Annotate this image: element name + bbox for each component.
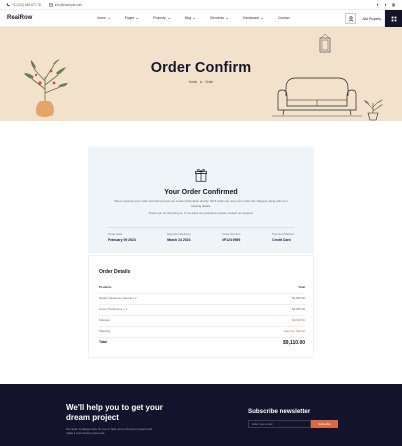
nav-label: Dashboard (242, 16, 260, 20)
table-row: Luxury Penthouse x 1 $4,820.00 (99, 307, 305, 316)
confirm-message: We've received your order and will send … (114, 199, 288, 208)
chevron-down-icon (225, 17, 228, 19)
order-date: Order Date February 09 2024 (108, 232, 136, 242)
meta-value: March 24 2024 (167, 237, 191, 242)
nav-item-pages[interactable]: Pages (124, 16, 139, 20)
item-name: Luxury Penthouse x 1 (99, 307, 127, 311)
nav-item-home[interactable]: Home (97, 16, 110, 20)
footer-title: We'll help you to get your dream project (66, 403, 163, 422)
shipping-label: Shipping (99, 329, 111, 333)
total-value: $9,110.00 (283, 340, 305, 346)
user-button[interactable] (345, 13, 357, 24)
footer-text: Our team is always here for you to help … (66, 427, 152, 436)
details-header-row: Products Total (99, 285, 305, 294)
menu-grid-button[interactable] (385, 10, 402, 27)
chevron-down-icon (167, 17, 170, 19)
subscribe-button[interactable]: Subscribe (311, 420, 338, 428)
site-footer: We'll help you to get your dream project… (0, 384, 402, 446)
breadcrumb: Home Order (0, 80, 402, 84)
main-nav: Home Pages Property Blog Elements Dashbo… (97, 16, 305, 20)
instagram-icon[interactable]: ◎ (391, 2, 396, 7)
subtotal-value: $9,640.00 (292, 318, 305, 322)
nav-label: Elements (210, 16, 224, 20)
gift-icon (195, 168, 207, 182)
grid-icon (391, 16, 396, 21)
nav-item-dashboard[interactable]: Dashboard (242, 16, 264, 20)
expected-delivery: Expected Delivery March 24 2024 (167, 232, 190, 242)
chevron-down-icon (107, 17, 110, 19)
nav-label: Home (97, 16, 106, 20)
item-total: $4,820.00 (292, 296, 305, 300)
phone-icon (6, 2, 10, 6)
order-confirmed-card: Your Order Confirmed We've received your… (88, 147, 314, 253)
chevron-down-icon (136, 17, 139, 19)
newsletter-form: Subscribe (248, 420, 338, 428)
nav-label: Property (153, 16, 166, 20)
small-plant-illustration (364, 99, 383, 121)
nav-item-elements[interactable]: Elements (210, 16, 228, 20)
email-text: info@example.com (54, 2, 83, 7)
newsletter-title: Subscribe newsletter (248, 408, 311, 415)
total-column-header: Total (298, 285, 305, 289)
mail-icon (49, 3, 53, 6)
nav-label: Blog (184, 16, 192, 20)
meta-value: Credit Card (272, 237, 291, 242)
nav-item-contact[interactable]: Contact (278, 16, 289, 20)
products-column-header: Products (99, 285, 112, 289)
social-links: f t ◎ (372, 2, 396, 7)
email-contact[interactable]: info@example.com (49, 3, 82, 7)
payment-method: Payment Method Credit Card (272, 232, 294, 242)
meta-value: #F124 0989 (222, 237, 241, 242)
shipping-row: Shipping Flat rate: $20.00 (99, 329, 305, 338)
chevron-down-icon (261, 17, 264, 19)
order-meta-row: Order Date February 09 2024 Expected Del… (108, 227, 294, 242)
meta-label: Order Date (108, 232, 123, 236)
top-bar: +1 (012) 345 677 78 info@example.com f t… (0, 0, 402, 10)
order-number: Order Number #F124 0989 (222, 232, 240, 242)
breadcrumb-home-link[interactable]: Home (189, 80, 198, 84)
item-name: Modern Apartment Rental x 2 (99, 296, 137, 300)
sofa-illustration (272, 77, 362, 117)
user-icon (348, 15, 354, 22)
nav-label: Contact (278, 16, 290, 20)
nav-item-property[interactable]: Property (153, 16, 170, 20)
page-title: Order Confirm (150, 60, 252, 76)
phone-contact[interactable]: +1 (012) 345 677 78 (6, 3, 41, 7)
breadcrumb-current: Order (205, 80, 214, 84)
site-logo[interactable]: RealRow (7, 15, 77, 21)
item-total: $4,820.00 (292, 307, 305, 311)
phone-text: +1 (012) 345 677 78 (12, 2, 41, 7)
chevron-down-icon (193, 17, 196, 19)
page-hero: Order Confirm Home Order (0, 27, 402, 121)
main-header: RealRow Home Pages Property Blog Element… (0, 10, 402, 27)
wall-frame-illustration (319, 34, 331, 53)
header-actions: Add Property (345, 10, 402, 27)
details-title: Order Details (99, 269, 131, 275)
meta-label: Payment Method (272, 232, 294, 236)
confirm-title: Your Order Confirmed (164, 189, 238, 196)
add-property-button[interactable]: Add Property (359, 10, 385, 27)
shipping-value: Flat rate: $20.00 (283, 329, 305, 333)
meta-label: Expected Delivery (167, 232, 191, 236)
twitter-icon[interactable]: t (383, 2, 388, 7)
nav-label: Pages (124, 16, 135, 20)
total-label: Total (99, 340, 107, 344)
meta-label: Order Number (222, 232, 241, 236)
confirm-thanks: Thank you for choosing us. If you have a… (148, 211, 254, 215)
meta-value: February 09 2024 (108, 237, 136, 242)
nav-item-blog[interactable]: Blog (185, 16, 196, 20)
order-details-card: Order Details Products Total Modern Apar… (88, 255, 314, 358)
table-row: Modern Apartment Rental x 2 $4,820.00 (99, 296, 305, 305)
facebook-icon[interactable]: f (375, 2, 380, 7)
newsletter-email-input[interactable] (248, 420, 311, 428)
total-row: Total $9,110.00 (99, 340, 305, 350)
subtotal-label: Subtotal (99, 318, 110, 322)
subtotal-row: Subtotal $9,640.00 (99, 318, 305, 327)
breadcrumb-separator (200, 81, 203, 83)
